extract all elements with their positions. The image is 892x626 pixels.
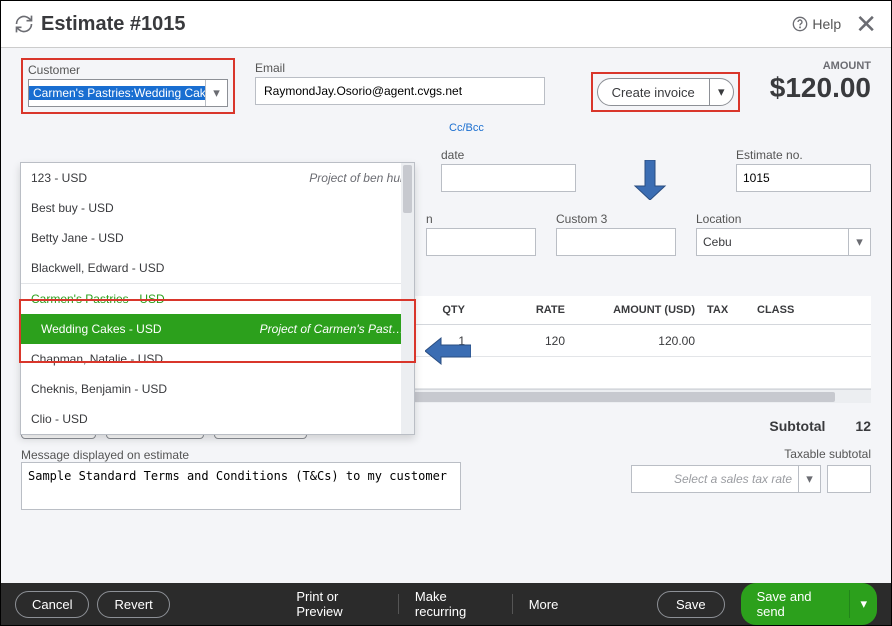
customer-dropdown[interactable]: 123 - USD Project of ben hur Best buy - US… bbox=[20, 162, 415, 435]
amount-value: $120.00 bbox=[770, 72, 871, 104]
dropdown-item[interactable]: Chapman, Natalie - USD bbox=[21, 344, 414, 374]
estimate-no-field[interactable] bbox=[736, 164, 871, 192]
location-value: Cebu bbox=[697, 235, 848, 249]
dropdown-item[interactable]: Betty Jane - USD bbox=[21, 223, 414, 253]
page-title: Estimate #1015 bbox=[41, 13, 792, 36]
create-invoice-label: Create invoice bbox=[598, 79, 709, 105]
sales-tax-placeholder: Select a sales tax rate bbox=[632, 472, 798, 486]
amount-label: AMOUNT bbox=[770, 60, 871, 72]
cell-amount: 120.00 bbox=[571, 328, 701, 354]
n-label: n bbox=[426, 212, 536, 226]
save-and-send-label: Save and send bbox=[741, 583, 850, 625]
dropdown-item-label: Carmen's Pastries - USD bbox=[31, 292, 165, 306]
email-field[interactable] bbox=[255, 77, 545, 105]
taxable-subtotal-label: Taxable subtotal bbox=[631, 447, 871, 461]
dropdown-item-label: Blackwell, Edward - USD bbox=[31, 261, 164, 275]
tax-percent-field[interactable] bbox=[827, 465, 871, 493]
print-preview-link[interactable]: Print or Preview bbox=[288, 589, 390, 619]
message-label: Message displayed on estimate bbox=[21, 448, 189, 462]
dropdown-item[interactable]: Carmen's Pastries - USD bbox=[21, 283, 414, 314]
revert-button[interactable]: Revert bbox=[97, 591, 169, 618]
save-button[interactable]: Save bbox=[657, 591, 725, 618]
email-label: Email bbox=[255, 61, 545, 75]
dropdown-item[interactable]: Cheknis, Benjamin - USD bbox=[21, 374, 414, 404]
recurring-icon bbox=[13, 13, 35, 35]
dropdown-item[interactable]: Best buy - USD bbox=[21, 193, 414, 223]
dropdown-item[interactable]: Blackwell, Edward - USD bbox=[21, 253, 414, 283]
dropdown-item-label: Cheknis, Benjamin - USD bbox=[31, 382, 167, 396]
create-invoice-highlight-box: Create invoice ▾ bbox=[591, 72, 740, 112]
footer-bar: Cancel Revert Print or Preview Make recu… bbox=[1, 583, 891, 625]
chevron-down-icon[interactable]: ▾ bbox=[849, 590, 877, 618]
subtotal-label: Subtotal bbox=[769, 418, 825, 434]
customer-select[interactable]: Carmen's Pastries:Wedding Cake ▾ bbox=[28, 79, 228, 107]
dropdown-item[interactable]: 123 - USD Project of ben hur bbox=[21, 163, 414, 193]
dropdown-item-sublabel: Project of ben hur bbox=[309, 171, 404, 185]
chevron-down-icon[interactable]: ▾ bbox=[798, 466, 820, 492]
customer-highlight-box: Customer Carmen's Pastries:Wedding Cake … bbox=[21, 58, 235, 114]
sales-tax-select[interactable]: Select a sales tax rate ▾ bbox=[631, 465, 821, 493]
dropdown-item[interactable]: Wedding Cakes - USD Project of Carmen's P… bbox=[21, 314, 414, 344]
col-amount: AMOUNT (USD) bbox=[571, 296, 701, 324]
close-icon[interactable]: ✕ bbox=[855, 11, 877, 37]
chevron-down-icon[interactable]: ▾ bbox=[205, 80, 227, 106]
date-field[interactable] bbox=[441, 164, 576, 192]
scrollbar[interactable] bbox=[401, 163, 414, 434]
message-textarea[interactable] bbox=[21, 462, 461, 510]
col-rate: RATE bbox=[471, 296, 571, 324]
dropdown-item-sublabel: Project of Carmen's Past… bbox=[260, 322, 404, 336]
date-label: date bbox=[441, 148, 576, 162]
annotation-arrow-icon bbox=[425, 336, 471, 369]
more-link[interactable]: More bbox=[521, 597, 567, 612]
create-invoice-button[interactable]: Create invoice ▾ bbox=[597, 78, 734, 106]
cancel-button[interactable]: Cancel bbox=[15, 591, 89, 618]
save-and-send-button[interactable]: Save and send ▾ bbox=[741, 583, 877, 625]
col-class: CLASS bbox=[751, 296, 831, 324]
annotation-arrow-icon bbox=[633, 160, 667, 203]
custom3-field[interactable] bbox=[556, 228, 676, 256]
form-body: Customer Carmen's Pastries:Wedding Cake … bbox=[1, 48, 891, 588]
header-bar: Estimate #1015 Help ✕ bbox=[1, 1, 891, 48]
dropdown-item-label: 123 - USD bbox=[31, 171, 87, 185]
cell-rate[interactable]: 120 bbox=[471, 328, 571, 354]
location-label: Location bbox=[696, 212, 871, 226]
dropdown-item[interactable]: Clio - USD bbox=[21, 404, 414, 434]
dropdown-item-label: Chapman, Natalie - USD bbox=[31, 352, 163, 366]
col-tax: TAX bbox=[701, 296, 751, 324]
help-label: Help bbox=[812, 16, 841, 32]
dropdown-item-label: Betty Jane - USD bbox=[31, 231, 124, 245]
cc-bcc-link[interactable]: Cc/Bcc bbox=[449, 122, 891, 134]
estimate-no-label: Estimate no. bbox=[736, 148, 871, 162]
customer-value: Carmen's Pastries:Wedding Cake bbox=[29, 86, 205, 100]
subtotal-value: 12 bbox=[855, 418, 871, 434]
customer-label: Customer bbox=[28, 63, 228, 77]
location-select[interactable]: Cebu ▾ bbox=[696, 228, 871, 256]
dropdown-item-label: Wedding Cakes - USD bbox=[41, 322, 162, 336]
chevron-down-icon[interactable]: ▾ bbox=[709, 79, 733, 105]
chevron-down-icon[interactable]: ▾ bbox=[848, 229, 870, 255]
n-field[interactable] bbox=[426, 228, 536, 256]
make-recurring-link[interactable]: Make recurring bbox=[407, 589, 504, 619]
dropdown-item-label: Best buy - USD bbox=[31, 201, 114, 215]
custom3-label: Custom 3 bbox=[556, 212, 676, 226]
dropdown-item-label: Clio - USD bbox=[31, 412, 88, 426]
help-link[interactable]: Help bbox=[792, 16, 841, 32]
